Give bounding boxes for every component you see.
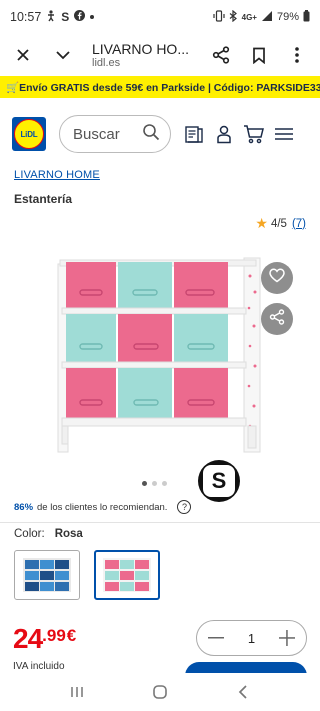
battery-icon [303, 9, 310, 25]
promo-banner[interactable]: 🛒Envío GRATIS desde 59€ en Parkside | Có… [0, 76, 320, 98]
star-icon: ★ [255, 215, 268, 231]
rating-count-link[interactable]: (7) [292, 218, 306, 230]
color-label: Color: [14, 528, 45, 540]
price-integer: 24 [13, 623, 43, 654]
carousel-dots[interactable] [142, 481, 167, 486]
logo-text: LiDL [14, 119, 44, 149]
divider [0, 522, 320, 523]
share-icon[interactable] [206, 40, 236, 70]
help-icon[interactable]: ? [177, 500, 192, 514]
variant-pink[interactable] [94, 550, 160, 600]
back-icon[interactable] [228, 677, 258, 707]
search-icon[interactable] [142, 123, 160, 145]
account-icon[interactable] [213, 123, 235, 145]
flyer-icon[interactable] [183, 123, 205, 145]
quantity-stepper: 1 [196, 620, 307, 656]
recommend-text: de los clientes lo recomiendan. [37, 501, 168, 513]
share-product-button[interactable] [261, 303, 293, 335]
notification-dot [90, 15, 95, 19]
person-icon [46, 9, 56, 25]
site-header: LiDL Buscar [0, 104, 320, 164]
price: 24.99 € [13, 623, 76, 655]
price-decimal: .99 [42, 626, 66, 645]
more-options-icon[interactable] [282, 40, 312, 70]
search-input[interactable]: Buscar [59, 115, 171, 153]
search-placeholder: Buscar [73, 125, 120, 143]
system-nav-bar [0, 673, 320, 711]
carousel-dot[interactable] [152, 481, 157, 486]
close-tab-icon[interactable] [8, 40, 38, 70]
color-variants [14, 550, 160, 600]
network-type: 4G+ [241, 12, 257, 22]
heart-icon [269, 268, 285, 288]
vat-note: IVA incluido [13, 661, 65, 672]
color-selector-label: Color: Rosa [14, 528, 83, 540]
lidl-logo[interactable]: LiDL [12, 117, 46, 151]
promo-text: 🛒Envío GRATIS desde 59€ en Parkside | Có… [6, 81, 320, 94]
decrease-quantity-button[interactable] [205, 627, 227, 649]
recommend-percent: 86% [14, 501, 34, 513]
bluetooth-icon [229, 9, 238, 25]
cart-icon[interactable] [243, 123, 265, 145]
product-title: Estantería [14, 192, 73, 206]
price-currency: € [66, 626, 77, 645]
home-icon[interactable] [145, 677, 175, 707]
wishlist-button[interactable] [261, 262, 293, 294]
variant-blue[interactable] [14, 550, 80, 600]
facebook-icon [74, 10, 86, 24]
s-app-bubble[interactable]: S [198, 460, 240, 502]
menu-icon[interactable] [273, 123, 295, 145]
page-domain: lidl.es [92, 56, 121, 69]
browser-title[interactable]: LIVARNO HO... lidl.es [92, 41, 206, 70]
rating-value: 4/5 [270, 217, 287, 230]
bookmark-icon[interactable] [244, 40, 274, 70]
s-app-bubble-icon: S [203, 465, 235, 497]
share-product-icon [269, 308, 285, 330]
vibrate-icon [213, 9, 225, 25]
increase-quantity-button[interactable] [276, 627, 298, 649]
carousel-dot[interactable] [162, 481, 167, 486]
carousel-dot[interactable] [142, 481, 147, 486]
page-title: LIVARNO HO... [92, 40, 189, 57]
status-time: 10:57 [10, 10, 42, 24]
quantity-value[interactable]: 1 [248, 631, 255, 646]
recommend-info: 86% de los clientes lo recomiendan. ? [14, 500, 192, 514]
browser-toolbar: LIVARNO HO... lidl.es [0, 34, 320, 76]
recent-apps-icon[interactable] [62, 677, 92, 707]
status-bar: 10:57 S 4G+ 79% [0, 0, 320, 34]
battery-percent: 79% [276, 11, 299, 23]
signal-icon [261, 10, 273, 25]
s-app-icon: S [61, 10, 70, 24]
brand-link[interactable]: LIVARNO HOME [14, 169, 100, 181]
product-image[interactable] [48, 250, 268, 470]
chevron-down-icon[interactable] [48, 40, 78, 70]
color-value: Rosa [54, 528, 83, 540]
rating[interactable]: ★ 4/5 (7) [255, 215, 306, 232]
